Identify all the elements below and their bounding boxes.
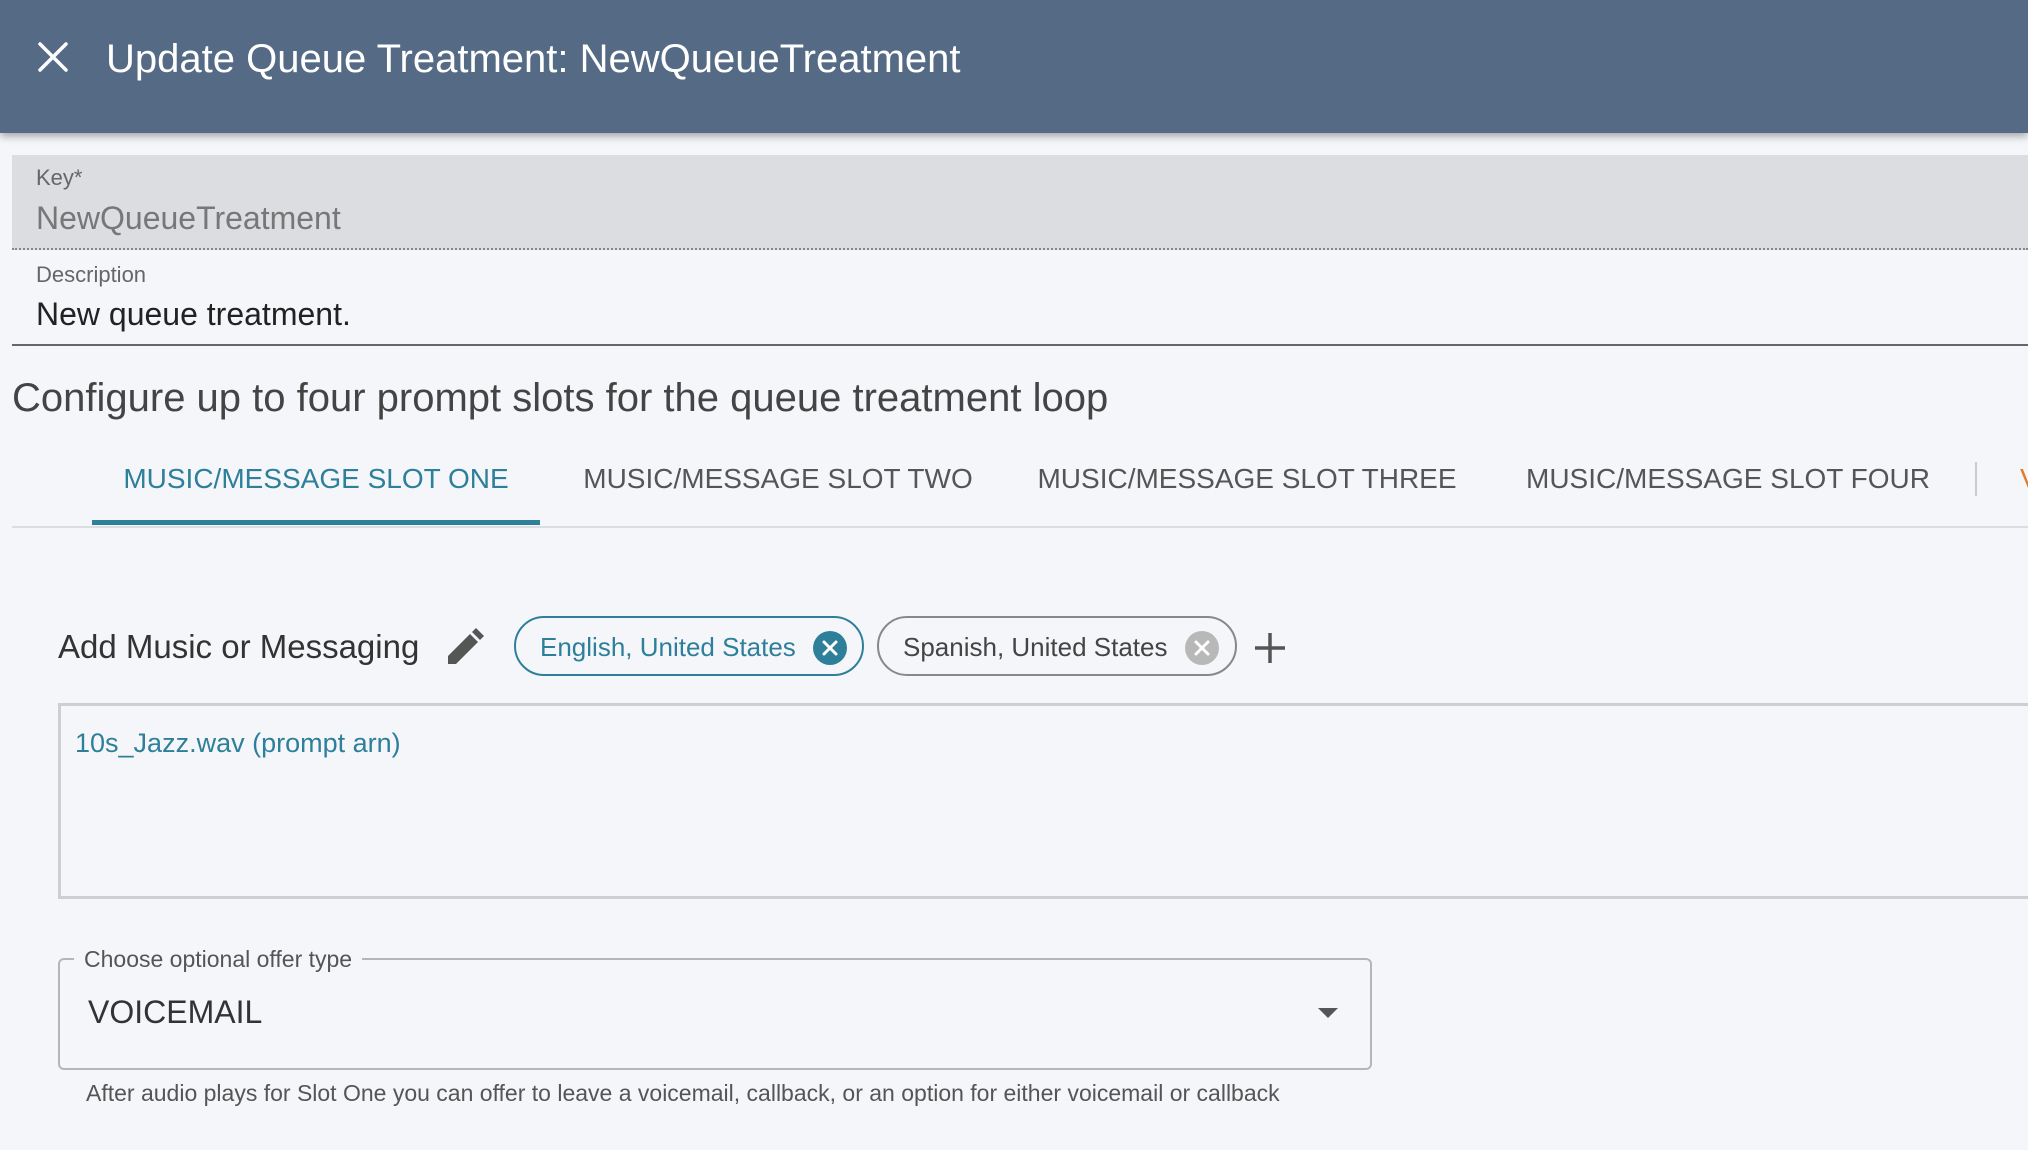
tab-overflow[interactable]: V — [2020, 450, 2028, 508]
plus-icon[interactable] — [1250, 628, 1290, 668]
tab-slot-four[interactable]: MUSIC/MESSAGE SLOT FOUR — [1498, 450, 1958, 526]
offer-type-value: VOICEMAIL — [88, 994, 263, 1030]
dialog-title: Update Queue Treatment: NewQueueTreatmen… — [106, 37, 961, 81]
tab-divider — [1975, 462, 1977, 496]
tab-slot-two[interactable]: MUSIC/MESSAGE SLOT TWO — [560, 450, 996, 526]
key-value: NewQueueTreatment — [36, 200, 341, 236]
language-chip-label: Spanish, United States — [903, 632, 1168, 662]
prompt-list-box: 10s_Jazz.wav (prompt arn) — [58, 703, 2028, 899]
remove-language-icon[interactable] — [1185, 631, 1219, 665]
pencil-icon[interactable] — [442, 626, 486, 670]
key-label: Key* — [36, 165, 83, 190]
slot-tabs: MUSIC/MESSAGE SLOT ONE MUSIC/MESSAGE SLO… — [12, 450, 2028, 528]
tab-slot-one[interactable]: MUSIC/MESSAGE SLOT ONE — [92, 450, 540, 526]
section-title: Configure up to four prompt slots for th… — [12, 376, 1109, 420]
prompt-item[interactable]: 10s_Jazz.wav (prompt arn) — [75, 728, 401, 759]
tab-slot-three[interactable]: MUSIC/MESSAGE SLOT THREE — [1016, 450, 1478, 526]
offer-type-helper-text: After audio plays for Slot One you can o… — [86, 1080, 1280, 1106]
language-chip-spanish[interactable]: Spanish, United States — [877, 616, 1237, 676]
key-field: Key* NewQueueTreatment — [12, 155, 2028, 250]
language-chip-label: English, United States — [540, 632, 796, 662]
offer-type-label: Choose optional offer type — [74, 942, 363, 976]
dropdown-arrow-icon[interactable] — [1316, 1006, 1340, 1020]
language-chip-english[interactable]: English, United States — [514, 616, 864, 676]
description-label: Description — [36, 262, 147, 287]
add-music-label: Add Music or Messaging — [58, 628, 420, 665]
dialog-header: Update Queue Treatment: NewQueueTreatmen… — [0, 0, 2028, 133]
close-icon[interactable] — [36, 40, 72, 76]
offer-type-select[interactable]: Choose optional offer type VOICEMAIL — [58, 942, 1372, 1070]
description-value[interactable]: New queue treatment. — [36, 296, 351, 333]
remove-language-icon[interactable] — [813, 631, 847, 665]
description-field[interactable]: Description New queue treatment. — [12, 250, 2028, 346]
active-tab-indicator — [92, 520, 540, 525]
